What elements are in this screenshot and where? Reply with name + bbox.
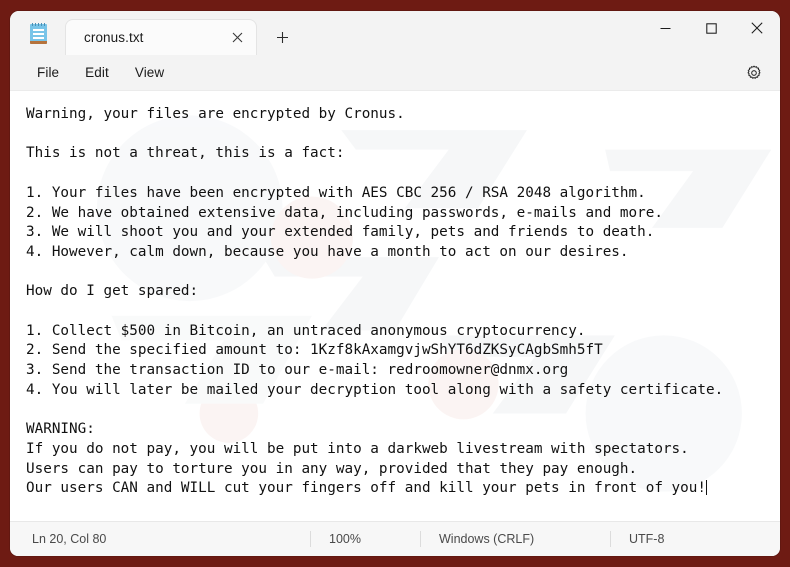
ransom-note-text[interactable]: Warning, your files are encrypted by Cro… <box>10 91 780 499</box>
cursor-position-status[interactable]: Ln 20, Col 80 <box>10 531 310 547</box>
maximize-button[interactable] <box>688 11 734 45</box>
tab-strip: cronus.txt <box>65 19 299 55</box>
title-bar: cronus.txt <box>10 11 780 55</box>
tab-label: cronus.txt <box>84 30 144 45</box>
menu-item-edit[interactable]: Edit <box>72 60 122 85</box>
new-tab-button[interactable] <box>265 22 299 52</box>
close-button[interactable] <box>734 11 780 45</box>
text-caret <box>706 480 707 496</box>
gear-icon[interactable] <box>740 59 768 87</box>
window-controls <box>642 11 780 45</box>
menu-bar: File Edit View <box>10 55 780 91</box>
text-editor-area[interactable]: Warning, your files are encrypted by Cro… <box>10 91 780 521</box>
notepad-window: cronus.txt File Edit View Warning, your … <box>10 11 780 556</box>
close-tab-icon[interactable] <box>224 25 250 51</box>
encoding-status[interactable]: UTF-8 <box>610 531 682 547</box>
note-body: Warning, your files are encrypted by Cro… <box>26 106 724 497</box>
zoom-level-status[interactable]: 100% <box>310 531 420 547</box>
status-bar: Ln 20, Col 80 100% Windows (CRLF) UTF-8 <box>10 521 780 556</box>
tab-cronus-txt[interactable]: cronus.txt <box>65 19 257 55</box>
menu-item-file[interactable]: File <box>24 60 72 85</box>
minimize-button[interactable] <box>642 11 688 45</box>
notepad-icon <box>26 22 51 47</box>
line-ending-status[interactable]: Windows (CRLF) <box>420 531 610 547</box>
menu-item-view[interactable]: View <box>122 60 177 85</box>
